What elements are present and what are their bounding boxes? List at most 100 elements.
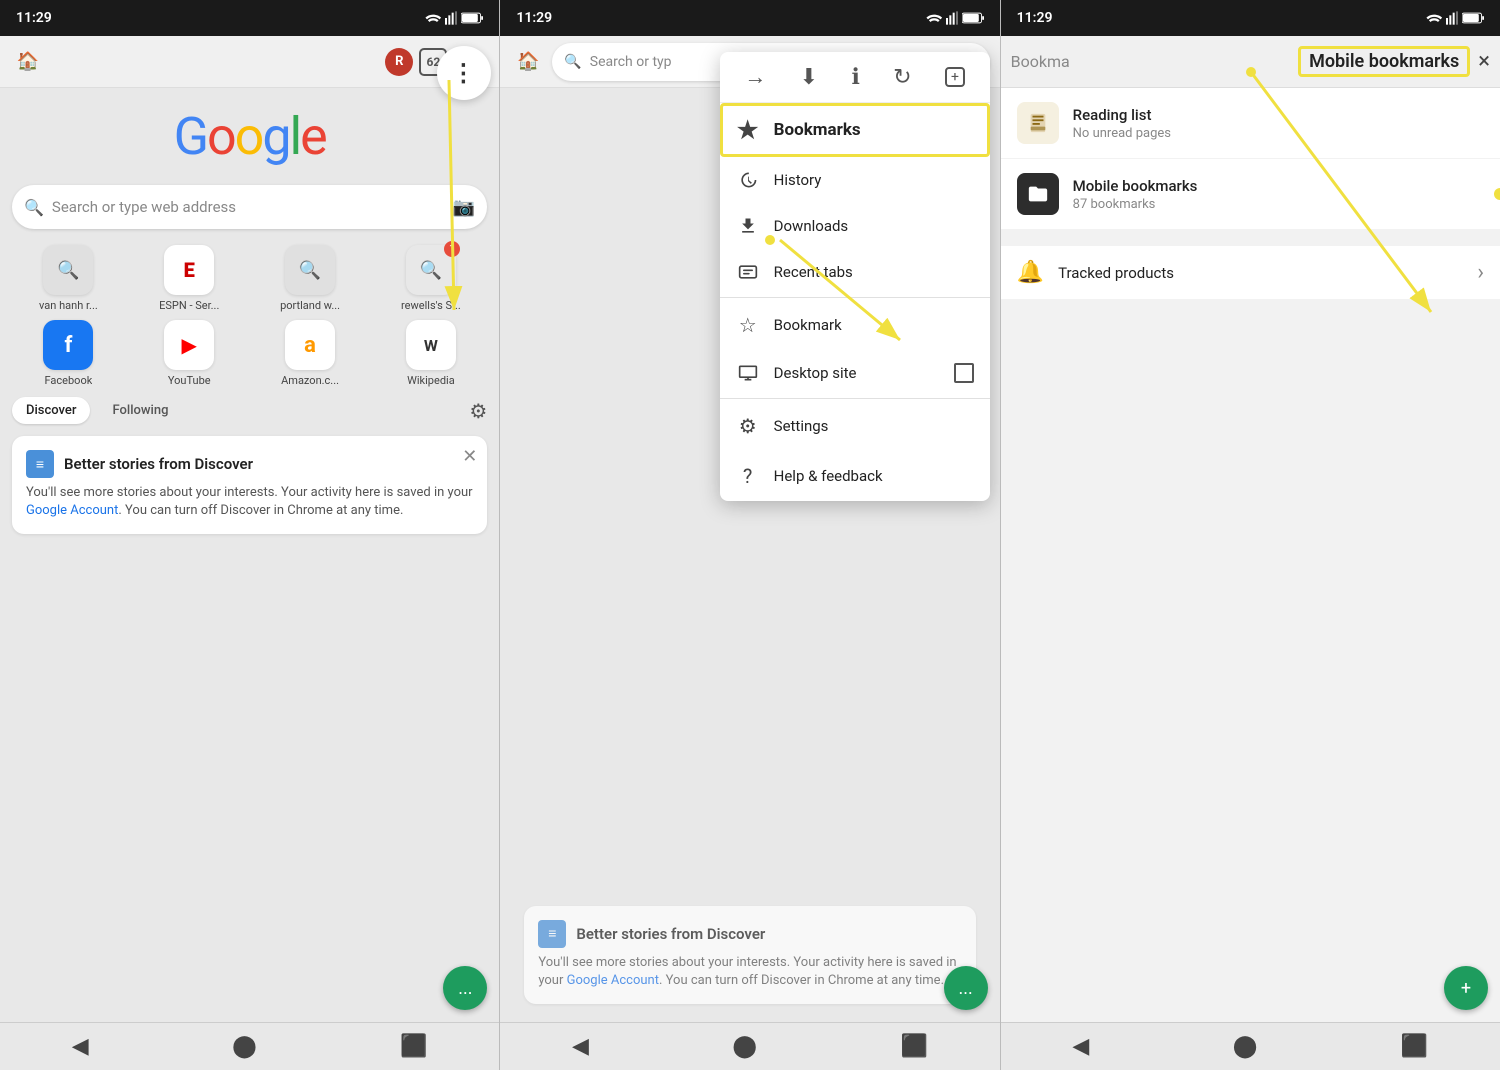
reading-list-sub: No unread pages — [1073, 126, 1484, 141]
recent-tabs-svg — [738, 262, 758, 282]
settings-label: Settings — [774, 417, 829, 435]
desktop-site-icon — [736, 363, 760, 383]
menu-item-downloads[interactable]: Downloads — [720, 203, 990, 249]
desktop-svg — [738, 363, 758, 383]
mobile-bookmarks-title-box: Mobile bookmarks — [1298, 46, 1470, 77]
reading-list-svg — [1027, 112, 1049, 134]
bookmarks-page-title: Bookma — [1011, 52, 1290, 71]
bell-icon: 🔔 — [1017, 260, 1044, 285]
history-svg — [738, 170, 758, 190]
settings-icon: ⚙ — [736, 414, 760, 438]
back-nav-icon-3[interactable]: ◀ — [1072, 1034, 1089, 1059]
menu-top-icons: → ⬇ ℹ ↻ + — [720, 52, 990, 103]
recent-nav-icon-2[interactable]: ⬛ — [901, 1034, 928, 1059]
menu-item-recent-tabs[interactable]: Recent tabs — [720, 249, 990, 295]
camera-icon[interactable]: 📷 — [453, 197, 475, 218]
shortcut-wikipedia[interactable]: W Wikipedia — [374, 320, 487, 387]
recent-nav-icon[interactable]: ⬛ — [400, 1034, 427, 1059]
signal-icon-3 — [1446, 11, 1458, 25]
desktop-site-label: Desktop site — [774, 364, 857, 382]
recent-tabs-icon — [736, 262, 760, 282]
panel-bookmarks: 11:29 Bookma Mobile bookmarks × — [1000, 0, 1500, 1070]
discover-card-2: ≡ Better stories from Discover You'll se… — [524, 906, 975, 1004]
history-icon — [736, 170, 760, 190]
help-label: Help & feedback — [774, 467, 883, 485]
fab-button-2[interactable]: ... — [944, 966, 988, 1010]
avatar[interactable]: R — [385, 48, 413, 76]
status-time-3: 11:29 — [1017, 10, 1053, 26]
panel-menu: 11:29 🏠 🔍 Search or typ → ⬇ ℹ ↻ + — [499, 0, 999, 1070]
shortcut-vanhanh[interactable]: 🔍 van hanh r... — [12, 245, 125, 312]
status-bar-3: 11:29 — [1001, 0, 1500, 36]
info-icon[interactable]: ℹ — [851, 65, 859, 90]
home-icon-2[interactable]: 🏠 — [510, 44, 546, 80]
search-icon: 🔍 — [24, 198, 44, 217]
mobile-bookmarks-sub: 87 bookmarks — [1073, 197, 1484, 212]
forward-icon[interactable]: → — [744, 64, 766, 90]
fab-button-3[interactable]: + — [1444, 966, 1488, 1010]
panel-home: 11:29 🏠 R 62 ⋮ ⋮ Google — [0, 0, 499, 1070]
battery-icon-2 — [962, 12, 984, 24]
home-nav-icon-2[interactable]: ⬤ — [732, 1034, 757, 1059]
three-dot-circle-highlight[interactable]: ⋮ — [437, 46, 491, 100]
shortcut-rewells[interactable]: 🔍 1 rewells's S... — [374, 245, 487, 312]
home-nav-icon[interactable]: ⬤ — [232, 1034, 257, 1059]
menu-item-settings[interactable]: ⚙ Settings — [720, 401, 990, 451]
mobile-bookmarks-header-title: Mobile bookmarks — [1309, 51, 1459, 72]
downloads-icon — [736, 216, 760, 236]
bookmark-label: Bookmark — [774, 316, 842, 334]
desktop-site-checkbox[interactable] — [954, 363, 974, 383]
bookmarks-close-button[interactable]: × — [1478, 49, 1490, 74]
recent-nav-icon-3[interactable]: ⬛ — [1401, 1034, 1428, 1059]
discover-card-icon: ≡ — [26, 450, 54, 478]
discover-card: ✕ ≡ Better stories from Discover You'll … — [12, 436, 487, 534]
back-nav-icon[interactable]: ◀ — [72, 1034, 89, 1059]
battery-icon — [461, 12, 483, 24]
bookmarks-label: Bookmarks — [774, 120, 861, 140]
signal-icon — [445, 11, 457, 25]
discover-card-title: Better stories from Discover — [64, 455, 253, 473]
home-nav-icon-3[interactable]: ⬤ — [1233, 1034, 1258, 1059]
search-bar[interactable]: 🔍 Search or type web address 📷 — [12, 185, 487, 229]
youtube-label: YouTube — [168, 374, 211, 387]
settings-cog-icon[interactable]: ⚙ — [469, 399, 487, 423]
fab-button[interactable]: ... — [443, 966, 487, 1010]
shortcut-amazon[interactable]: a Amazon.c... — [254, 320, 367, 387]
shortcut-espn[interactable]: E ESPN - Ser... — [133, 245, 246, 312]
home-icon[interactable]: 🏠 — [10, 44, 46, 80]
menu-item-bookmarks[interactable]: ★ Bookmarks — [720, 103, 990, 157]
menu-item-history[interactable]: History — [720, 157, 990, 203]
reading-list-name: Reading list — [1073, 106, 1484, 124]
menu-item-bookmark[interactable]: ☆ Bookmark — [720, 300, 990, 350]
new-tab-icon[interactable]: + — [945, 67, 965, 87]
status-time-2: 11:29 — [516, 10, 552, 26]
shortcut-youtube[interactable]: ▶ YouTube — [133, 320, 246, 387]
refresh-icon[interactable]: ↻ — [893, 65, 911, 90]
help-icon: ? — [736, 464, 760, 488]
download-icon[interactable]: ⬇ — [800, 65, 818, 90]
discover-close-button[interactable]: ✕ — [462, 446, 477, 467]
search-bar-row: 🔍 Search or type web address 📷 — [0, 177, 499, 237]
back-nav-icon-2[interactable]: ◀ — [572, 1034, 589, 1059]
menu-item-help[interactable]: ? Help & feedback — [720, 451, 990, 501]
bottom-nav-1: ◀ ⬤ ⬛ — [0, 1022, 499, 1070]
wifi-icon — [425, 12, 441, 24]
google-logo: Google — [0, 88, 499, 177]
downloads-svg — [738, 216, 758, 236]
shortcut-portland[interactable]: 🔍 portland w... — [254, 245, 367, 312]
mobile-bookmarks-item[interactable]: Mobile bookmarks 87 bookmarks — [1001, 159, 1500, 229]
google-account-link[interactable]: Google Account — [26, 503, 118, 518]
search-placeholder-2: Search or typ — [590, 54, 672, 70]
signal-icon-2 — [946, 11, 958, 25]
status-bar-1: 11:29 — [0, 0, 499, 36]
recent-tabs-label: Recent tabs — [774, 263, 853, 281]
search-icon-2: 🔍 — [564, 54, 581, 70]
discover-card-body: You'll see more stories about your inter… — [26, 484, 473, 520]
tracked-products-item[interactable]: 🔔 Tracked products › — [1001, 246, 1500, 299]
shortcut-facebook[interactable]: f Facebook — [12, 320, 125, 387]
menu-item-desktop-site[interactable]: Desktop site — [720, 350, 990, 396]
following-tab[interactable]: Following — [98, 397, 182, 424]
discover-tab[interactable]: Discover — [12, 397, 90, 424]
reading-list-item[interactable]: Reading list No unread pages — [1001, 88, 1500, 158]
tracked-chevron-icon: › — [1477, 260, 1484, 285]
